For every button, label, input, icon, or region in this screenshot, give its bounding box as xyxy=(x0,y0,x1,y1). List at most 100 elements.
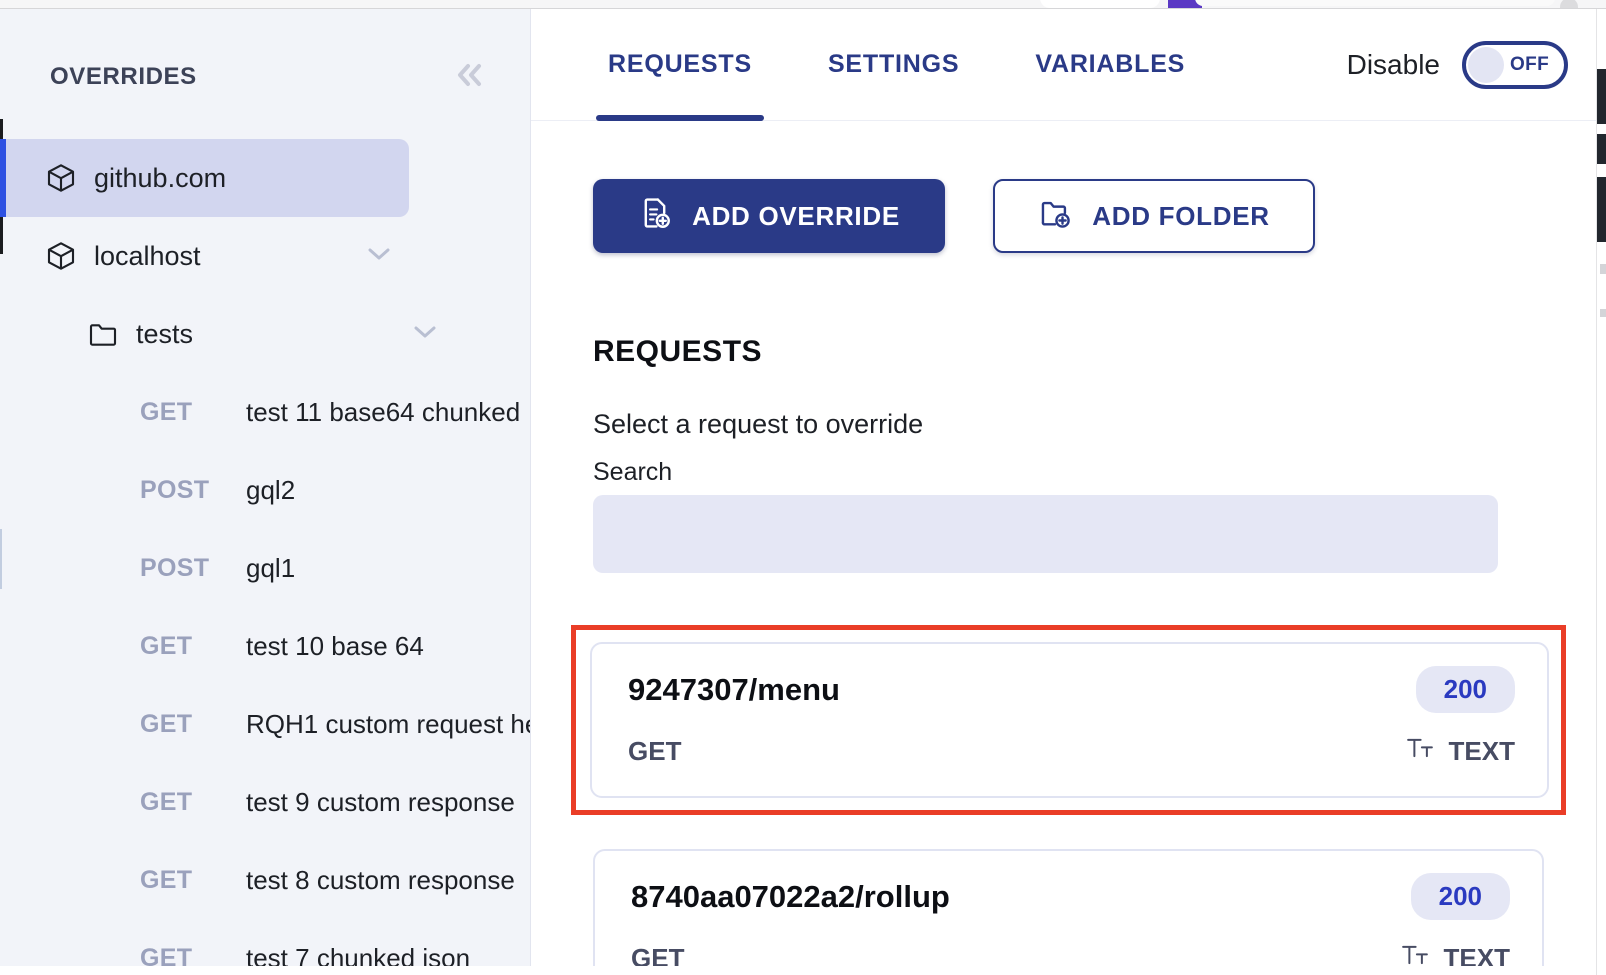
tab-bar: REQUESTS SETTINGS VARIABLES Disable OFF xyxy=(531,9,1606,121)
highlight-annotation-box: 9247307/menu 200 GET TEXT xyxy=(571,625,1566,815)
search-input[interactable] xyxy=(593,495,1498,573)
request-method: POST xyxy=(140,475,210,504)
tab-variables[interactable]: VARIABLES xyxy=(1023,9,1197,121)
request-label: gql2 xyxy=(246,474,296,505)
request-label: test 8 custom response xyxy=(246,864,515,895)
sidebar-request-row[interactable]: GET test 8 custom response xyxy=(0,841,530,919)
edge-block-5 xyxy=(1600,309,1606,317)
request-label: test 9 custom response xyxy=(246,786,515,817)
folder-plus-icon xyxy=(1038,196,1072,237)
request-card-list: 9247307/menu 200 GET TEXT 8740aa07022a2/… xyxy=(571,625,1566,966)
request-card-method: GET xyxy=(628,736,682,766)
request-card-method: GET xyxy=(631,943,685,966)
request-label: test 10 base 64 xyxy=(246,630,424,661)
override-tree: github.com localhost tests GET test 11 b… xyxy=(0,139,530,967)
browser-tab-remnant-2 xyxy=(1195,0,1555,6)
edge-block-4 xyxy=(1600,264,1606,274)
request-card-type: TEXT xyxy=(1405,733,1515,770)
app-shell: OVERRIDES github.com localhost tests GET… xyxy=(0,9,1606,975)
card-spacer xyxy=(593,815,1544,849)
request-card-header: 9247307/menu 200 xyxy=(628,666,1515,713)
requests-heading: REQUESTS xyxy=(593,335,763,368)
edge-block-1 xyxy=(1597,69,1606,124)
collapse-sidebar-button[interactable] xyxy=(450,59,490,95)
disable-label: Disable xyxy=(1346,48,1440,80)
sidebar-item-tests-folder[interactable]: tests xyxy=(0,295,530,373)
status-badge: 200 xyxy=(1410,873,1510,920)
edge-block-3 xyxy=(1597,177,1606,242)
toggle-state-label: OFF xyxy=(1510,53,1550,75)
sidebar-header: OVERRIDES xyxy=(50,57,490,97)
tab-label: SETTINGS xyxy=(827,50,960,78)
sidebar-item-localhost[interactable]: localhost xyxy=(0,217,530,295)
document-plus-icon xyxy=(638,196,672,237)
add-folder-label: ADD FOLDER xyxy=(1092,200,1270,231)
text-format-icon xyxy=(1405,733,1435,770)
expand-localhost-button[interactable] xyxy=(349,217,409,295)
request-method: GET xyxy=(140,787,193,816)
request-card-type: TEXT xyxy=(1400,940,1510,966)
request-method: GET xyxy=(140,865,193,894)
request-card-type-label: TEXT xyxy=(1448,736,1515,766)
add-override-button[interactable]: ADD OVERRIDE xyxy=(593,179,945,253)
request-card-header: 8740aa07022a2/rollup 200 xyxy=(631,873,1510,920)
request-card[interactable]: 8740aa07022a2/rollup 200 GET TEXT xyxy=(593,849,1544,966)
request-label: test 7 chunked json xyxy=(246,942,471,967)
sidebar-request-row[interactable]: GET test 11 base64 chunked xyxy=(0,373,530,451)
browser-tab-remnant xyxy=(1040,0,1160,8)
request-method: GET xyxy=(140,631,193,660)
disable-control: Disable OFF xyxy=(1346,40,1568,89)
text-format-icon xyxy=(1400,940,1430,966)
expand-tests-button[interactable] xyxy=(395,295,455,373)
add-folder-button[interactable]: ADD FOLDER xyxy=(993,179,1315,253)
tab-label: REQUESTS xyxy=(608,50,752,78)
request-card-footer: GET TEXT xyxy=(631,940,1510,966)
request-card[interactable]: 9247307/menu 200 GET TEXT xyxy=(590,642,1549,798)
browser-chrome-strip xyxy=(0,0,1606,9)
sidebar-item-label: localhost xyxy=(94,240,201,271)
main-panel: REQUESTS SETTINGS VARIABLES Disable OFF xyxy=(531,9,1606,966)
action-button-row: ADD OVERRIDE ADD FOLDER xyxy=(593,179,1544,253)
sidebar-item-label: github.com xyxy=(94,162,227,193)
request-label: gql1 xyxy=(246,552,296,583)
request-method: POST xyxy=(140,553,210,582)
devtools-edge-strip xyxy=(1596,9,1606,975)
browser-control-dot xyxy=(1560,0,1578,8)
requests-content: ADD OVERRIDE ADD FOLDER REQUESTS Select … xyxy=(531,121,1606,966)
chevron-down-icon xyxy=(365,244,393,269)
sidebar-request-row[interactable]: POST gql2 xyxy=(0,451,530,529)
request-method: GET xyxy=(140,397,193,426)
requests-subtitle: Select a request to override xyxy=(593,409,924,439)
request-method: GET xyxy=(140,709,193,738)
cube-icon xyxy=(44,239,78,273)
tab-settings[interactable]: SETTINGS xyxy=(816,9,971,121)
chevron-double-left-icon xyxy=(452,60,488,95)
sidebar-request-row[interactable]: GET test 10 base 64 xyxy=(0,607,530,685)
page-title: OVERRIDES xyxy=(50,63,197,90)
request-label: test 11 base64 chunked xyxy=(246,396,521,427)
sidebar-request-row[interactable]: POST gql1 xyxy=(0,529,530,607)
sidebar-item-github-com[interactable]: github.com xyxy=(0,139,409,217)
cube-icon xyxy=(44,161,78,195)
request-label: RQH1 custom request headers xyxy=(246,708,530,739)
request-card-footer: GET TEXT xyxy=(628,733,1515,770)
request-card-name: 9247307/menu xyxy=(628,671,840,707)
chevron-down-icon xyxy=(411,322,439,347)
search-label: Search xyxy=(593,458,673,486)
folder-icon xyxy=(86,317,120,351)
edge-block-2 xyxy=(1597,134,1606,164)
tab-requests[interactable]: REQUESTS xyxy=(596,9,764,121)
sidebar-request-row[interactable]: GET RQH1 custom request headers xyxy=(0,685,530,763)
status-badge: 200 xyxy=(1415,666,1515,713)
add-override-label: ADD OVERRIDE xyxy=(692,200,900,231)
request-card-name: 8740aa07022a2/rollup xyxy=(631,878,950,914)
sidebar-request-row[interactable]: GET test 9 custom response xyxy=(0,763,530,841)
overrides-sidebar: OVERRIDES github.com localhost tests GET… xyxy=(0,9,531,966)
sidebar-item-label: tests xyxy=(136,318,194,349)
disable-toggle[interactable]: OFF xyxy=(1462,40,1568,89)
request-method: GET xyxy=(140,943,193,967)
toggle-knob xyxy=(1468,46,1504,83)
sidebar-request-row[interactable]: GET test 7 chunked json xyxy=(0,919,530,967)
request-card-type-label: TEXT xyxy=(1443,943,1510,966)
tab-label: VARIABLES xyxy=(1035,50,1186,78)
